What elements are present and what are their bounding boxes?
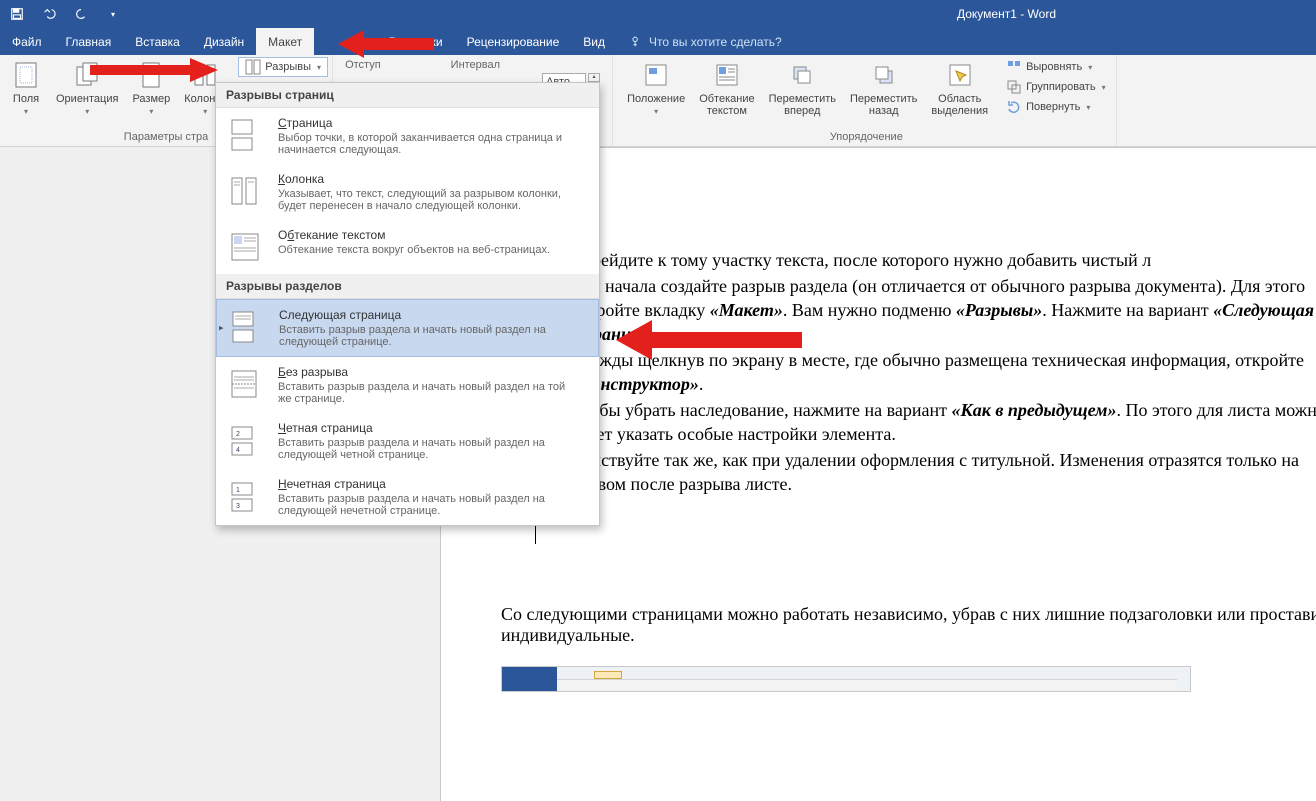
svg-text:1: 1 bbox=[236, 487, 240, 494]
dd-item-page[interactable]: ССтраницатраницаВыбор точки, в которой з… bbox=[216, 108, 599, 164]
text-cursor bbox=[535, 524, 536, 544]
bring-forward-button[interactable]: Переместить вперед bbox=[763, 57, 842, 119]
redo-button[interactable] bbox=[70, 3, 92, 25]
group-label-arrange: Упорядочение bbox=[621, 129, 1112, 146]
paragraph: Со следующими страницами можно работать … bbox=[501, 604, 1316, 646]
title-bar: ▾ Документ1 - Word bbox=[0, 0, 1316, 28]
send-backward-icon bbox=[868, 59, 900, 91]
svg-text:2: 2 bbox=[236, 431, 240, 438]
continuous-icon bbox=[226, 365, 264, 403]
svg-text:3: 3 bbox=[236, 503, 240, 510]
dd-item-textwrap[interactable]: Обтекание текстомОбтекание текста вокруг… bbox=[216, 220, 599, 274]
list-item: Перейдите к тому участку текста, после к… bbox=[571, 248, 1316, 272]
column-break-icon bbox=[226, 172, 264, 210]
align-icon bbox=[1006, 59, 1022, 75]
dd-section-page-breaks: Разрывы страниц bbox=[216, 83, 599, 108]
dd-section-section-breaks: Разрывы разделов bbox=[216, 274, 599, 299]
tab-design[interactable]: Дизайн bbox=[192, 28, 256, 55]
dd-item-column[interactable]: КолонкаУказывает, что текст, следующий з… bbox=[216, 164, 599, 220]
wrap-text-icon bbox=[711, 59, 743, 91]
selection-pane-button[interactable]: Область выделения bbox=[925, 57, 994, 119]
breaks-icon bbox=[245, 59, 261, 75]
position-icon bbox=[640, 59, 672, 91]
tab-review[interactable]: Рецензирование bbox=[455, 28, 572, 55]
position-button[interactable]: Положение▾ bbox=[621, 57, 691, 120]
page-break-icon bbox=[226, 116, 264, 154]
list-item: Чтобы убрать наследование, нажмите на ва… bbox=[571, 398, 1316, 446]
tab-view[interactable]: Вид bbox=[571, 28, 617, 55]
document-title: Документ1 - Word bbox=[957, 7, 1316, 21]
tell-me-search[interactable]: Что вы хотите сделать? bbox=[629, 28, 782, 55]
odd-page-icon: 13 bbox=[226, 477, 264, 515]
save-button[interactable] bbox=[6, 3, 28, 25]
even-page-icon: 24 bbox=[226, 421, 264, 459]
breaks-button[interactable]: Разрывы▾ bbox=[238, 57, 328, 77]
qat-customize-button[interactable]: ▾ bbox=[102, 3, 124, 25]
annotation-arrow-breaks bbox=[90, 56, 220, 88]
group-objects-button[interactable]: Группировать▾ bbox=[1000, 77, 1112, 97]
group-arrange: Положение▾ Обтекание текстом Переместить… bbox=[617, 55, 1117, 146]
breaks-dropdown: Разрывы страниц ССтраницатраницаВыбор то… bbox=[215, 82, 600, 526]
align-button[interactable]: Выровнять▾ bbox=[1000, 57, 1112, 77]
margins-icon bbox=[10, 59, 42, 91]
group-icon bbox=[1006, 79, 1022, 95]
embedded-image bbox=[501, 666, 1191, 692]
textwrap-break-icon bbox=[226, 228, 264, 266]
dd-item-odd-page[interactable]: 13 Нечетная страницаВставить разрыв разд… bbox=[216, 469, 599, 525]
selection-pane-icon bbox=[944, 59, 976, 91]
svg-text:4: 4 bbox=[236, 447, 240, 454]
document-area[interactable]: Перейдите к тому участку текста, после к… bbox=[0, 147, 1316, 801]
wrap-text-button[interactable]: Обтекание текстом bbox=[693, 57, 760, 119]
tell-me-placeholder: Что вы хотите сделать? bbox=[649, 35, 782, 49]
tab-layout[interactable]: Макет bbox=[256, 28, 314, 55]
ribbon-tabs: Файл Главная Вставка Дизайн Макет C ки Р… bbox=[0, 28, 1316, 55]
annotation-arrow-tab bbox=[338, 26, 438, 62]
spacing-label: Интервал bbox=[451, 59, 500, 71]
tab-insert[interactable]: Вставка bbox=[123, 28, 192, 55]
annotation-arrow-nextpage bbox=[616, 316, 806, 364]
bring-forward-icon bbox=[786, 59, 818, 91]
send-backward-button[interactable]: Переместить назад bbox=[844, 57, 923, 119]
tab-file[interactable]: Файл bbox=[0, 28, 54, 55]
next-page-icon bbox=[227, 308, 265, 346]
undo-button[interactable] bbox=[38, 3, 60, 25]
tab-home[interactable]: Главная bbox=[54, 28, 124, 55]
rotate-icon bbox=[1006, 99, 1022, 115]
dd-item-even-page[interactable]: 24 Четная страницаВставить разрыв раздел… bbox=[216, 413, 599, 469]
dd-item-next-page[interactable]: Следующая страницаВставить разрыв раздел… bbox=[216, 299, 599, 357]
quick-access-toolbar: ▾ bbox=[0, 3, 130, 25]
dd-item-continuous[interactable]: Без разрываВставить разрыв раздела и нач… bbox=[216, 357, 599, 413]
list-item: Действуйте так же, как при удалении офор… bbox=[571, 448, 1316, 496]
rotate-button[interactable]: Повернуть▾ bbox=[1000, 97, 1112, 117]
margins-button[interactable]: Поля▾ bbox=[4, 57, 48, 120]
